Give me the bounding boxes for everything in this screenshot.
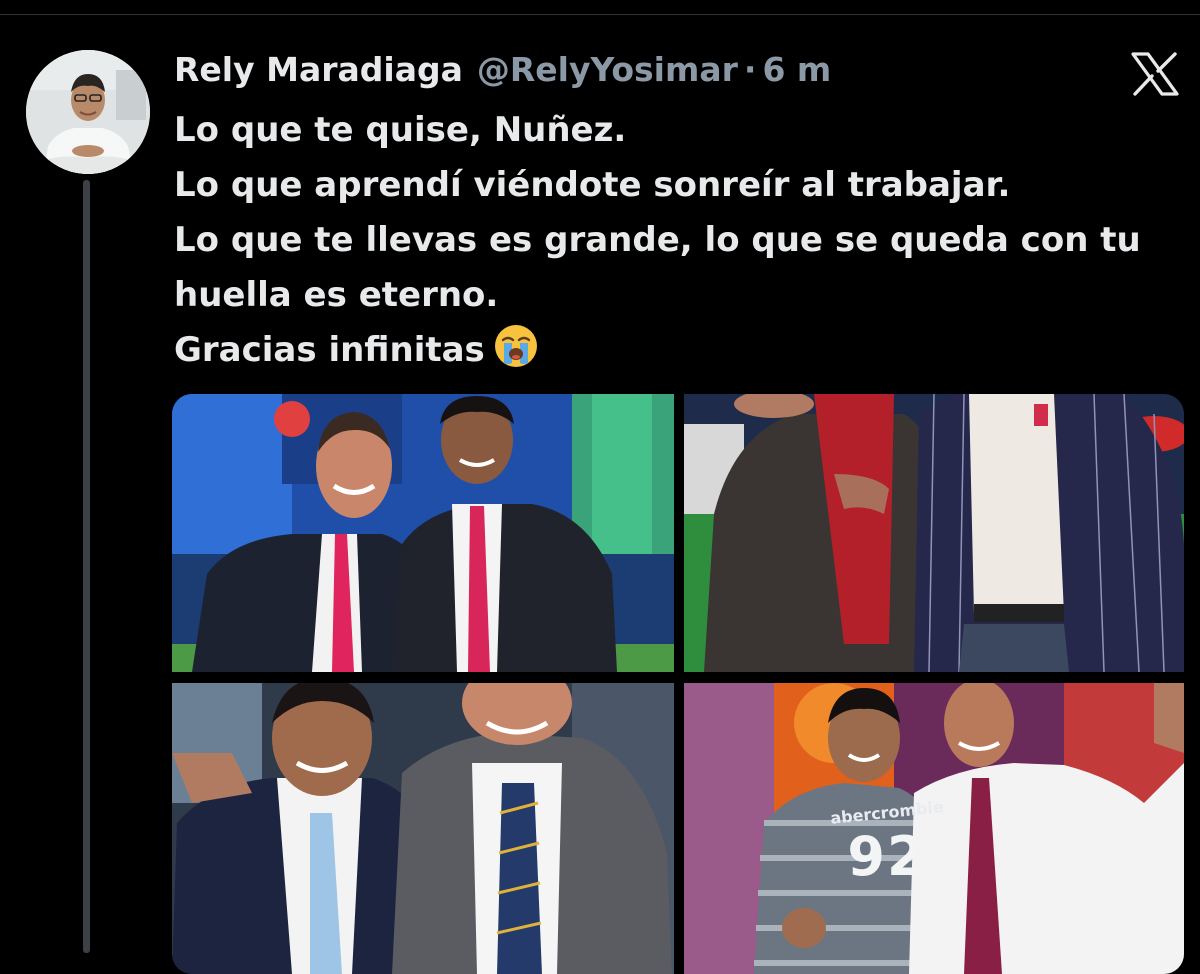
handle[interactable]: @RelyYosimar [477,50,738,89]
tweet-header: Rely Maradiaga @RelyYosimar · 6 m [174,50,831,90]
photo-2[interactable] [684,394,1184,672]
tweet-line-1: Lo que te quise, Nuñez. [174,110,627,150]
separator-dot: · [743,50,757,89]
tweet-line-5-text: Gracias infinitas [174,330,485,370]
display-name[interactable]: Rely Maradiaga [174,50,463,89]
photo-4[interactable]: abercrombie 92 [684,683,1184,974]
tweet-text: Lo que te quise, Nuñez. Lo que aprendí v… [174,103,1184,378]
tweet-line-2: Lo que aprendí viéndote sonreír al traba… [174,165,1011,205]
tweet-line-3: Lo que te llevas es grande, lo que se qu… [174,220,1141,260]
photo-3[interactable] [172,683,674,974]
user-avatar-icon [26,50,150,174]
shirt-number-text: 92 [847,825,927,888]
x-logo-icon [1130,52,1180,96]
photo-1[interactable] [172,394,674,672]
thread-line [83,180,90,953]
tweet-line-4: huella es eterno. [174,275,499,315]
tweet[interactable]: Rely Maradiaga @RelyYosimar · 6 m Lo que… [0,0,1200,974]
avatar[interactable] [26,50,150,174]
tweet-line-5: Gracias infinitas [174,323,1184,378]
loudly-crying-face-icon [493,323,539,369]
timestamp[interactable]: 6 m [762,50,831,89]
media-grid: abercrombie 92 [172,394,1184,974]
